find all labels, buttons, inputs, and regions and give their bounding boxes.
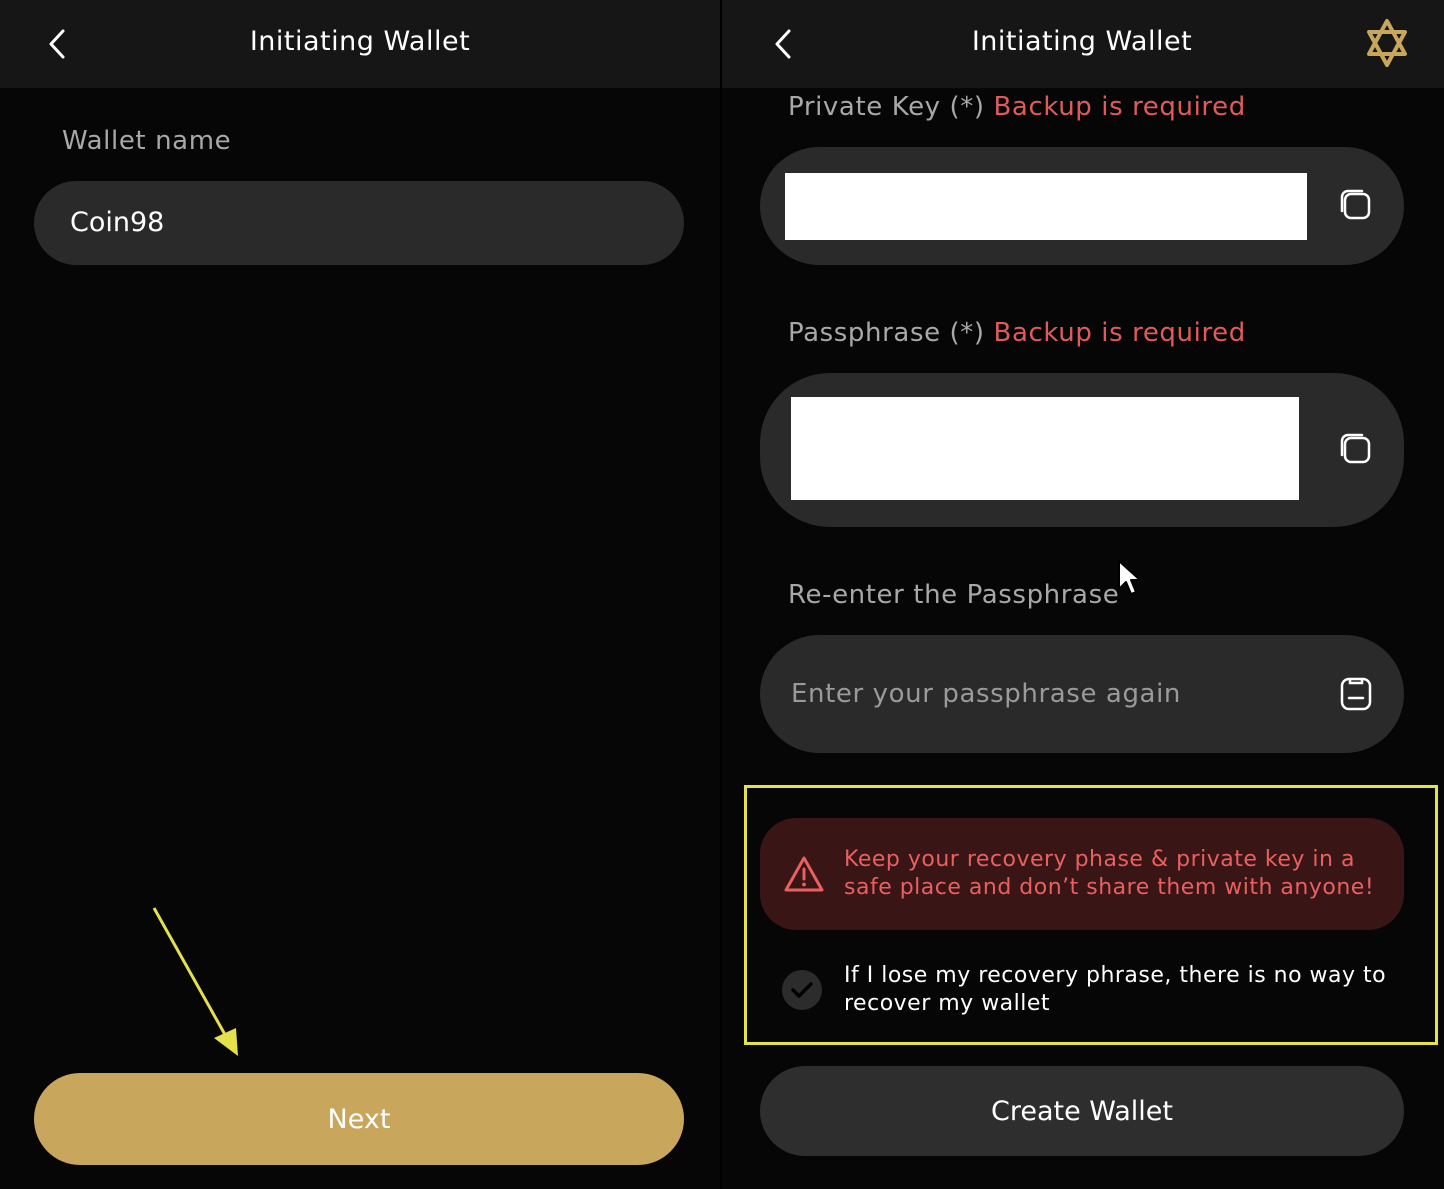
reenter-passphrase-placeholder: Enter your passphrase again [791, 679, 1181, 709]
wallet-name-value: Coin98 [70, 207, 165, 238]
passphrase-field [760, 373, 1404, 527]
private-key-required-note: Backup is required [993, 92, 1246, 122]
wallet-name-field[interactable]: Coin98 [34, 181, 684, 265]
page-title: Initiating Wallet [249, 26, 471, 57]
checkmark-icon [791, 982, 813, 998]
reenter-passphrase-input[interactable]: Enter your passphrase again [760, 635, 1404, 753]
header: Initiating Wallet [722, 0, 1444, 88]
warning-triangle-icon [784, 856, 824, 892]
wallet-name-screen: Initiating Wallet Wallet name Coin98 Nex… [0, 0, 720, 1189]
passphrase-required-note: Backup is required [993, 318, 1246, 348]
coin98-logo-icon[interactable] [1364, 18, 1410, 68]
next-button[interactable]: Next [34, 1073, 684, 1165]
acknowledge-text: If I lose my recovery phrase, there is n… [844, 963, 1387, 1016]
passphrase-redacted [791, 397, 1299, 500]
next-button-label: Next [327, 1103, 391, 1135]
page-title: Initiating Wallet [971, 26, 1193, 57]
acknowledge-checkbox[interactable] [782, 970, 822, 1010]
paste-icon[interactable] [1336, 674, 1376, 714]
wallet-name-label: Wallet name [62, 126, 232, 156]
warning-banner: Keep your recovery phase & private key i… [760, 818, 1404, 930]
mouse-cursor-icon [1118, 560, 1141, 595]
reenter-passphrase-label: Re-enter the Passphrase [788, 580, 1120, 610]
private-key-redacted [785, 173, 1307, 240]
private-key-label: Private Key (*) Backup is required [788, 92, 1246, 122]
annotation-arrow [152, 907, 238, 1056]
create-wallet-button[interactable]: Create Wallet [760, 1066, 1404, 1156]
create-wallet-screen: Initiating Wallet Private Key (*) Backup… [722, 0, 1444, 1189]
copy-icon[interactable] [1336, 429, 1376, 469]
warning-text: Keep your recovery phase & private key i… [844, 847, 1375, 900]
passphrase-label: Passphrase (*) Backup is required [788, 318, 1246, 348]
passphrase-label-text: Passphrase (*) [788, 318, 985, 348]
header: Initiating Wallet [0, 0, 720, 88]
copy-icon[interactable] [1336, 185, 1376, 225]
private-key-field [760, 147, 1404, 265]
private-key-label-text: Private Key (*) [788, 92, 985, 122]
create-wallet-button-label: Create Wallet [990, 1095, 1173, 1127]
